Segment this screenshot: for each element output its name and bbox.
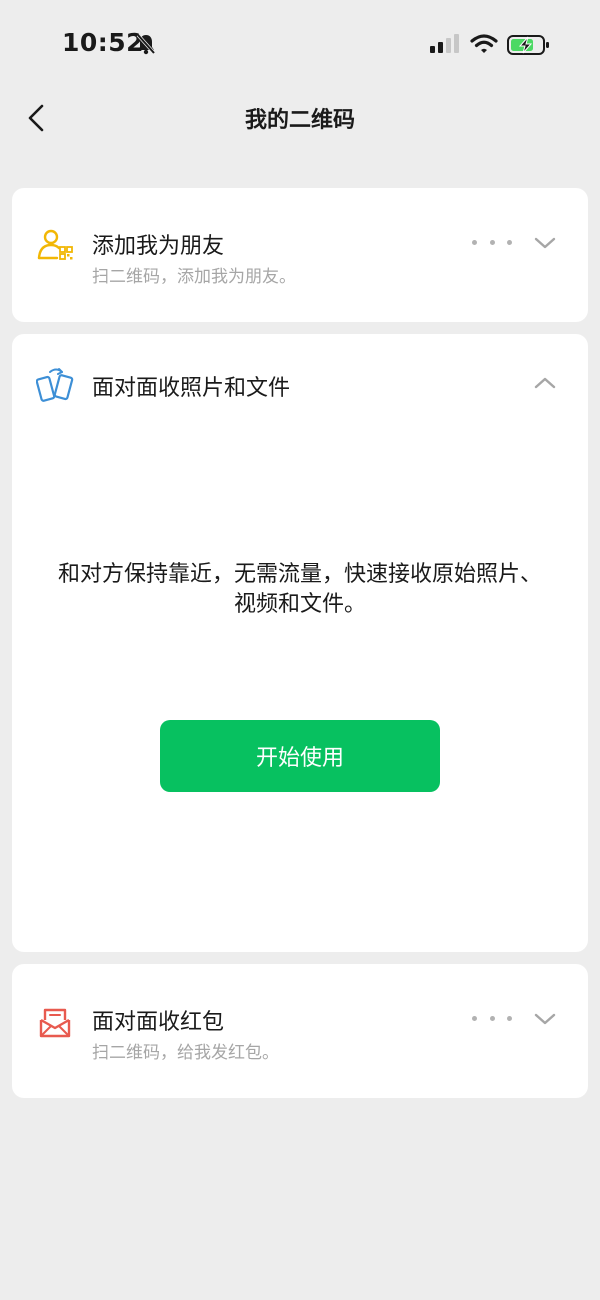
add-friend-card: 添加我为朋友 扫二维码，添加我为朋友。 xyxy=(12,188,588,322)
receive-files-description: 和对方保持靠近，无需流量，快速接收原始照片、视频和文件。 xyxy=(57,562,542,617)
red-packet-subtitle: 扫二维码，给我发红包。 xyxy=(92,1043,279,1063)
red-packet-header[interactable]: 面对面收红包 扫二维码，给我发红包。 xyxy=(12,964,588,1064)
more-icon[interactable] xyxy=(472,230,512,254)
page-title: 我的二维码 xyxy=(244,108,355,133)
receive-files-card: 面对面收照片和文件 和对方保持靠近，无需流量，快速接收原始照片、视频和文件。 开… xyxy=(12,334,588,952)
receive-files-title: 面对面收照片和文件 xyxy=(92,376,291,401)
wifi-icon xyxy=(470,33,498,59)
phones-transfer-icon xyxy=(35,366,76,406)
add-friend-subtitle: 扫二维码，添加我为朋友。 xyxy=(92,267,296,287)
red-packet-title: 面对面收红包 xyxy=(92,1010,225,1035)
status-bar: 10:52 xyxy=(0,0,600,90)
chevron-down-icon[interactable] xyxy=(530,228,560,258)
more-icon[interactable] xyxy=(472,1006,512,1030)
chevron-up-icon[interactable] xyxy=(530,368,560,398)
receive-files-header[interactable]: 面对面收照片和文件 xyxy=(12,334,588,434)
bell-muted-icon xyxy=(136,33,156,59)
status-time: 10:52 xyxy=(62,28,145,57)
chevron-down-icon[interactable] xyxy=(530,1004,560,1034)
start-using-button[interactable]: 开始使用 xyxy=(160,720,440,792)
red-packet-icon xyxy=(36,1002,76,1042)
add-friend-title: 添加我为朋友 xyxy=(92,234,225,259)
add-friend-header[interactable]: 添加我为朋友 扫二维码，添加我为朋友。 xyxy=(12,188,588,288)
person-qr-icon xyxy=(36,226,76,266)
cellular-signal-icon xyxy=(430,34,462,58)
red-packet-card: 面对面收红包 扫二维码，给我发红包。 xyxy=(12,964,588,1098)
navigation-bar: 我的二维码 xyxy=(0,90,600,146)
battery-charging-icon xyxy=(507,34,551,60)
